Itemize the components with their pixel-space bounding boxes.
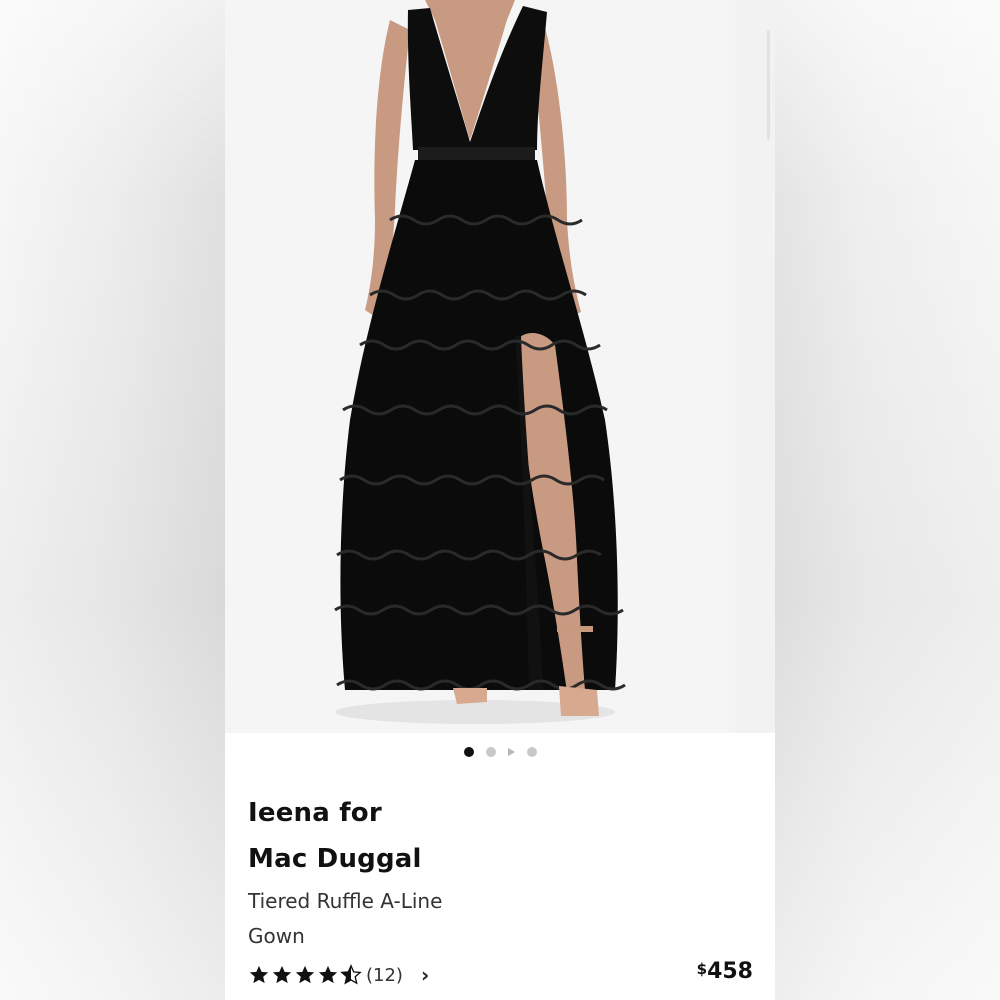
product-card: Ieena for Mac Duggal Tiered Ruffle A-Lin… [225,0,775,1000]
star-icon [318,965,338,984]
brand-name-line-1[interactable]: Ieena for [248,790,758,836]
play-icon[interactable] [507,748,515,756]
price-currency: $ [696,960,708,978]
chevron-right-icon[interactable]: › [421,963,429,987]
carousel-dot-2[interactable] [485,747,496,757]
price: $ 458 [697,958,753,986]
review-count[interactable]: (12) [366,965,403,986]
blurred-background-left [0,0,225,1000]
product-info: Ieena for Mac Duggal Tiered Ruffle A-Lin… [248,790,758,954]
carousel-slide-main[interactable] [225,0,727,733]
star-half-icon [340,964,362,985]
carousel-dot-4[interactable] [526,747,537,757]
star-icon [249,965,269,984]
star-rating [248,964,362,986]
carousel-slide-next-peek[interactable] [735,0,775,733]
star-icon [272,965,292,984]
image-carousel[interactable] [225,0,775,733]
star-icon [295,965,315,984]
brand-name-line-2[interactable]: Mac Duggal [248,836,758,882]
product-image [225,0,727,733]
carousel-dot-1[interactable] [463,747,474,757]
price-amount: 458 [707,959,753,984]
carousel-pagination [225,745,775,759]
blurred-background-right [775,0,1000,1000]
product-name[interactable]: Tiered Ruffle A-Line Gown [248,884,458,954]
rating-row[interactable]: (12) › [248,962,429,988]
